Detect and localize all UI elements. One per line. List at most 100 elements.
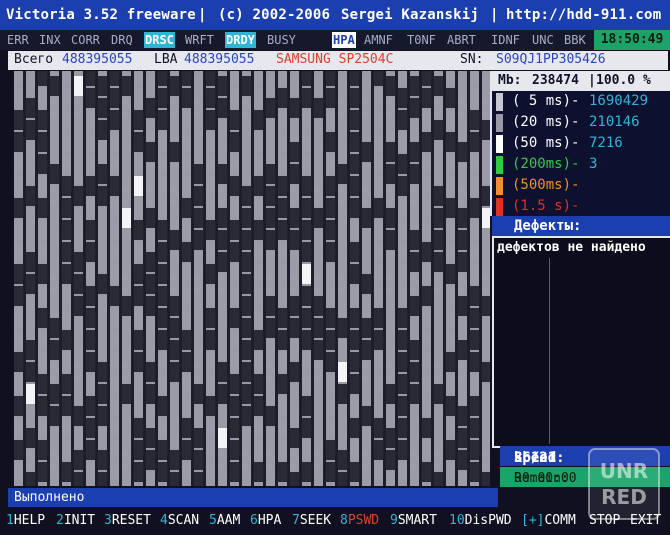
scan-block [410, 230, 419, 250]
fkey-reset[interactable]: 3RESET [104, 513, 151, 528]
flag-corr: CORR [71, 33, 100, 47]
scan-block [62, 264, 71, 284]
scan-block [302, 440, 311, 460]
scan-block [350, 88, 359, 108]
scan-block [434, 142, 443, 162]
clock: 18:50:49 [594, 30, 670, 50]
scan-block [134, 88, 143, 108]
fkey-init[interactable]: 2INIT [56, 513, 95, 528]
scan-block [458, 274, 467, 294]
timing-label-5ms: ( 5 ms)- [512, 93, 580, 109]
scan-block [170, 76, 179, 96]
scan-block [158, 418, 167, 438]
scan-block [86, 71, 95, 86]
scan-block [326, 132, 335, 152]
scan-block [374, 176, 383, 196]
scan-block [362, 142, 371, 162]
scan-block [146, 296, 155, 316]
scan-block [470, 176, 479, 196]
scan-block [74, 164, 83, 184]
scan-block [122, 252, 131, 272]
scan-block [182, 71, 191, 86]
scan-block [170, 142, 179, 162]
scan-block [482, 274, 490, 294]
scan-block [398, 396, 407, 416]
fkey-scan[interactable]: 4SCAN [160, 513, 199, 528]
scan-block [374, 132, 383, 152]
scan-block [458, 120, 467, 140]
scan-block [134, 462, 143, 482]
fkey-seek[interactable]: 7SEEK [292, 513, 331, 528]
scan-block [302, 462, 311, 482]
scan-block [278, 110, 287, 130]
scan-block [350, 242, 359, 262]
scan-block [86, 462, 95, 482]
timing-swatch-500ms [496, 177, 503, 195]
fkey-smart[interactable]: 9SMART [390, 513, 437, 528]
scan-block [38, 71, 47, 86]
scan-block [290, 230, 299, 250]
scan-block [206, 154, 215, 174]
scan-block [338, 296, 347, 316]
scan-block [314, 296, 323, 316]
scan-block [218, 450, 227, 470]
scan-block [374, 330, 383, 350]
scan-block [110, 176, 119, 196]
scan-block [86, 242, 95, 262]
defects-message: дефектов не найдено [497, 240, 646, 255]
scan-block [74, 76, 83, 96]
scan-block [170, 296, 179, 316]
scan-block [290, 76, 299, 96]
scan-block [410, 208, 419, 228]
scan-block [146, 384, 155, 404]
scan-block [50, 186, 59, 206]
flag-hpa: HPA [332, 32, 356, 48]
scan-block [62, 440, 71, 460]
scan-block [254, 71, 263, 86]
author-text: Sergei Kazanskij [341, 7, 480, 23]
fkey-help[interactable]: 1HELP [6, 513, 45, 528]
scan-block [122, 384, 131, 404]
scan-block [434, 472, 443, 486]
scan-block [74, 406, 83, 426]
scan-block [386, 120, 395, 140]
scan-block [410, 362, 419, 382]
scan-block [434, 230, 443, 250]
scan-block [122, 120, 131, 140]
scan-block [326, 220, 335, 240]
scan-block [266, 230, 275, 250]
scan-block [446, 286, 455, 306]
fkey-comm[interactable]: [+]COMM [521, 513, 576, 528]
scan-block [290, 296, 299, 316]
svg-text:UNR: UNR [600, 459, 648, 483]
scan-block [278, 330, 287, 350]
scan-block [38, 352, 47, 372]
scan-block [470, 264, 479, 284]
flag-amnf: AMNF [364, 33, 393, 47]
scan-block [182, 330, 191, 350]
scan-block [278, 286, 287, 306]
scan-block [206, 330, 215, 350]
scan-block [422, 220, 431, 240]
scan-block [206, 88, 215, 108]
scan-block [218, 428, 227, 448]
scan-block [98, 318, 107, 338]
lba-value: 488395055 [184, 52, 255, 67]
scan-block [86, 374, 95, 394]
scan-block [374, 462, 383, 482]
fkey-dispwd[interactable]: 10DisPWD [449, 513, 512, 528]
scan-block [158, 264, 167, 284]
scan-block [410, 120, 419, 140]
scan-block [398, 308, 407, 328]
fkey-pswd[interactable]: 8PSWD [340, 513, 379, 528]
scan-block [74, 450, 83, 470]
scan-block [158, 440, 167, 460]
scan-block [62, 396, 71, 416]
scan-block [170, 406, 179, 426]
fkey-aam[interactable]: 5AAM [209, 513, 240, 528]
scan-block [146, 186, 155, 206]
scan-block [134, 71, 143, 86]
scan-block [266, 208, 275, 228]
scan-block [422, 396, 431, 416]
fkey-hpa[interactable]: 6HPA [250, 513, 281, 528]
